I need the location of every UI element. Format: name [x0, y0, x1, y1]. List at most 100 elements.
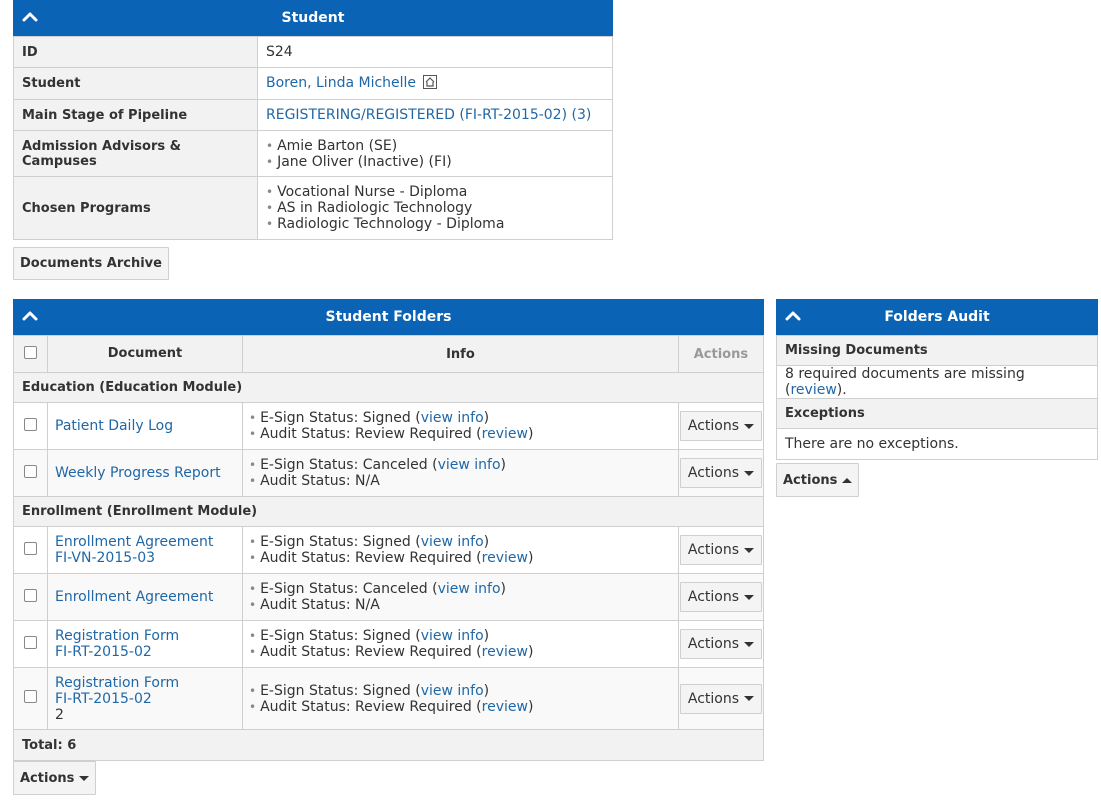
audit-status: • Audit Status: Review Required (review)	[249, 426, 534, 442]
row-actions-button[interactable]: Actions	[679, 458, 762, 488]
info-label: Admission Advisors & Campuses	[13, 130, 258, 177]
student-panel-header: Student	[13, 0, 613, 36]
select-all-checkbox[interactable]	[24, 345, 37, 359]
document-link[interactable]: Registration Form FI-RT-2015-02	[55, 628, 179, 660]
row-actions-button[interactable]: Actions	[679, 683, 762, 714]
total-count: Total: 6	[13, 729, 764, 761]
program-item: • AS in Radiologic Technology	[266, 200, 473, 216]
info-row-programs: Chosen Programs • Vocational Nurse - Dipl…	[13, 176, 613, 240]
document-link[interactable]: Patient Daily Log	[55, 418, 173, 434]
column-header-document[interactable]: Document	[47, 335, 243, 373]
review-link[interactable]: review	[482, 699, 528, 715]
review-link[interactable]: review	[482, 550, 528, 566]
esign-status: • E-Sign Status: Canceled (view info)	[249, 457, 507, 473]
document-link[interactable]: Enrollment Agreement FI-VN-2015-03	[55, 534, 213, 566]
view-info-link[interactable]: view info	[421, 683, 484, 699]
audit-status: • Audit Status: Review Required (review)	[249, 550, 534, 566]
info-row-id: ID S24	[13, 36, 613, 68]
view-info-link[interactable]: view info	[421, 410, 484, 426]
caret-up-icon	[842, 477, 853, 483]
audit-panel-header: Folders Audit	[776, 299, 1098, 335]
esign-status: • E-Sign Status: Signed (view info)	[249, 534, 490, 550]
esign-status: • E-Sign Status: Canceled (view info)	[249, 581, 507, 597]
caret-down-icon	[744, 594, 754, 600]
row-actions-button[interactable]: Actions	[679, 629, 762, 659]
group-name: Education (Education Module)	[13, 372, 764, 403]
audit-status: • Audit Status: Review Required (review)	[249, 644, 534, 660]
table-row: Weekly Progress Report • E-Sign Status: C…	[13, 449, 765, 497]
folders-panel: Student Folders Document Info Actions Ed…	[13, 299, 765, 761]
exceptions-text: There are no exceptions.	[776, 428, 1098, 460]
document-link[interactable]: Weekly Progress Report	[55, 465, 221, 481]
audit-status: • Audit Status: N/A	[249, 473, 380, 489]
review-link[interactable]: review	[482, 426, 528, 442]
select-all-cell	[13, 335, 48, 373]
chevron-up-icon[interactable]	[21, 8, 39, 26]
chevron-up-icon[interactable]	[21, 307, 39, 325]
row-checkbox[interactable]	[24, 464, 37, 478]
esign-status: • E-Sign Status: Signed (view info)	[249, 682, 490, 699]
audit-status: • Audit Status: Review Required (review)	[249, 698, 534, 715]
pipeline-stage-link[interactable]: REGISTERING/REGISTERED (FI-RT-2015-02) (…	[266, 107, 591, 123]
missing-documents-header: Missing Documents	[776, 335, 1098, 366]
document-version: 2	[55, 706, 64, 723]
student-info-table: ID S24 Student Boren, Linda Michelle Mai…	[13, 36, 613, 240]
table-row: Enrollment Agreement • E-Sign Status: Can…	[13, 573, 765, 621]
home-icon[interactable]	[423, 74, 438, 93]
program-item: • Radiologic Technology - Diploma	[266, 216, 505, 232]
audit-table: Missing Documents 8 required documents a…	[776, 335, 1098, 460]
table-row: Registration Form FI-RT-2015-02 2 • E-Sign…	[13, 667, 765, 730]
document-link[interactable]: Enrollment Agreement	[55, 589, 213, 605]
view-info-link[interactable]: view info	[421, 628, 484, 644]
info-label: Student	[13, 67, 258, 100]
chevron-up-icon[interactable]	[784, 307, 802, 325]
row-checkbox[interactable]	[24, 635, 37, 649]
view-info-link[interactable]: view info	[438, 581, 501, 597]
folders-panel-title: Student Folders	[325, 309, 452, 325]
audit-actions-button[interactable]: Actions	[776, 463, 860, 497]
bulk-actions-button[interactable]: Actions	[13, 761, 97, 795]
row-actions-button[interactable]: Actions	[679, 582, 762, 612]
folders-table: Document Info Actions Education (Educati…	[13, 335, 765, 761]
caret-down-icon	[79, 775, 90, 781]
caret-down-icon	[744, 470, 754, 476]
row-checkbox[interactable]	[24, 588, 37, 602]
caret-down-icon	[744, 696, 754, 701]
advisor-item: • Jane Oliver (Inactive) (FI)	[266, 153, 452, 170]
group-name: Enrollment (Enrollment Module)	[13, 496, 764, 527]
view-info-link[interactable]: view info	[438, 457, 501, 473]
audit-status: • Audit Status: N/A	[249, 597, 380, 613]
documents-archive-button[interactable]: Documents Archive	[13, 247, 169, 280]
folders-header-row: Document Info Actions	[13, 335, 765, 373]
row-checkbox[interactable]	[24, 690, 37, 703]
program-item: • Vocational Nurse - Diploma	[266, 184, 468, 200]
exceptions-header: Exceptions	[776, 398, 1098, 429]
caret-down-icon	[744, 641, 754, 647]
review-link[interactable]: review	[482, 644, 528, 660]
row-checkbox[interactable]	[24, 417, 37, 431]
student-name-cell: Boren, Linda Michelle	[257, 67, 613, 100]
programs-cell: • Vocational Nurse - Diploma • AS in Radio…	[257, 176, 613, 240]
advisor-item: • Amie Barton (SE)	[266, 137, 398, 154]
group-row: Enrollment (Enrollment Module)	[13, 496, 764, 527]
info-label: ID	[13, 36, 258, 68]
advisors-cell: • Amie Barton (SE) • Jane Oliver (Inactive…	[257, 130, 613, 177]
row-checkbox[interactable]	[24, 541, 37, 555]
pipeline-cell: REGISTERING/REGISTERED (FI-RT-2015-02) (…	[257, 99, 613, 131]
review-link[interactable]: review	[790, 382, 836, 398]
total-row: Total: 6	[13, 729, 764, 761]
info-label: Chosen Programs	[13, 176, 258, 240]
esign-status: • E-Sign Status: Signed (view info)	[249, 628, 490, 644]
student-id-value: S24	[257, 36, 613, 68]
info-row-student: Student Boren, Linda Michelle	[13, 67, 613, 100]
audit-panel-title: Folders Audit	[884, 309, 990, 325]
document-link[interactable]: Registration Form FI-RT-2015-02	[55, 675, 179, 707]
row-actions-button[interactable]: Actions	[679, 535, 762, 565]
column-header-info: Info	[242, 335, 679, 373]
row-actions-button[interactable]: Actions	[679, 411, 762, 441]
caret-down-icon	[744, 423, 754, 429]
view-info-link[interactable]: view info	[421, 534, 484, 550]
info-row-pipeline: Main Stage of Pipeline REGISTERING/REGIS…	[13, 99, 613, 131]
info-row-advisors: Admission Advisors & Campuses • Amie Bart…	[13, 130, 613, 177]
student-name-link[interactable]: Boren, Linda Michelle	[266, 75, 416, 91]
